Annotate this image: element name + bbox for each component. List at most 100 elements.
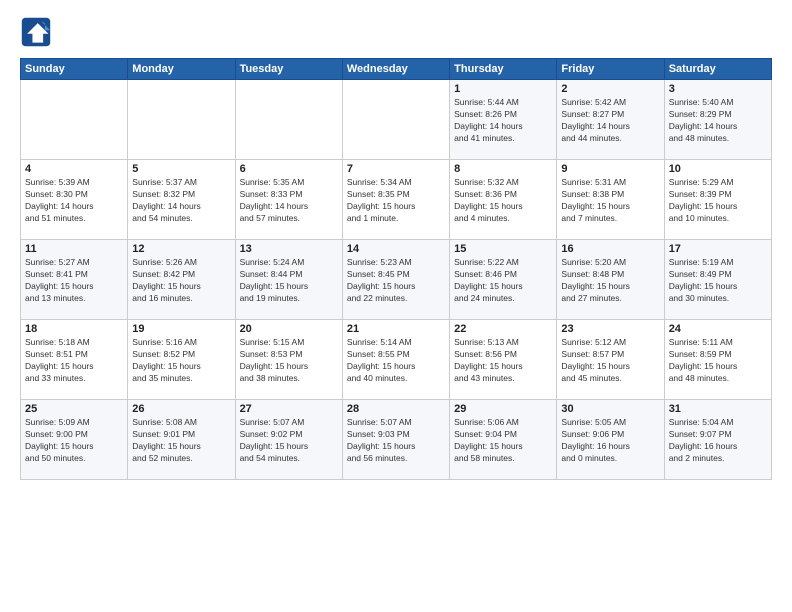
calendar-cell: 5 Sunrise: 5:37 AM Sunset: 8:32 PM Daylig…: [128, 160, 235, 240]
calendar-table: SundayMondayTuesdayWednesdayThursdayFrid…: [20, 58, 772, 480]
calendar-cell: [128, 80, 235, 160]
calendar-cell: 21 Sunrise: 5:14 AM Sunset: 8:55 PM Dayli…: [342, 320, 449, 400]
calendar-cell: 29 Sunrise: 5:06 AM Sunset: 9:04 PM Dayli…: [450, 400, 557, 480]
day-number: 28: [347, 403, 445, 415]
calendar-cell: 13 Sunrise: 5:24 AM Sunset: 8:44 PM Dayli…: [235, 240, 342, 320]
day-detail: Sunrise: 5:24 AM Sunset: 8:44 PM Dayligh…: [240, 257, 338, 305]
day-number: 16: [561, 243, 659, 255]
day-number: 20: [240, 323, 338, 335]
day-number: 10: [669, 163, 767, 175]
day-number: 19: [132, 323, 230, 335]
day-detail: Sunrise: 5:20 AM Sunset: 8:48 PM Dayligh…: [561, 257, 659, 305]
day-number: 18: [25, 323, 123, 335]
calendar-cell: 16 Sunrise: 5:20 AM Sunset: 8:48 PM Dayli…: [557, 240, 664, 320]
calendar-cell: 1Sunrise: 5:44 AM Sunset: 8:26 PM Daylig…: [450, 80, 557, 160]
day-number: 29: [454, 403, 552, 415]
day-detail: Sunrise: 5:08 AM Sunset: 9:01 PM Dayligh…: [132, 417, 230, 465]
day-detail: Sunrise: 5:27 AM Sunset: 8:41 PM Dayligh…: [25, 257, 123, 305]
header: [20, 16, 772, 48]
day-detail: Sunrise: 5:04 AM Sunset: 9:07 PM Dayligh…: [669, 417, 767, 465]
day-number: 22: [454, 323, 552, 335]
day-detail: Sunrise: 5:39 AM Sunset: 8:30 PM Dayligh…: [25, 177, 123, 225]
calendar-cell: 11 Sunrise: 5:27 AM Sunset: 8:41 PM Dayli…: [21, 240, 128, 320]
calendar-cell: [21, 80, 128, 160]
calendar-cell: 8 Sunrise: 5:32 AM Sunset: 8:36 PM Daylig…: [450, 160, 557, 240]
calendar-cell: [235, 80, 342, 160]
day-number: 26: [132, 403, 230, 415]
day-detail: Sunrise: 5:05 AM Sunset: 9:06 PM Dayligh…: [561, 417, 659, 465]
calendar-cell: 26 Sunrise: 5:08 AM Sunset: 9:01 PM Dayli…: [128, 400, 235, 480]
calendar-cell: 17Sunrise: 5:19 AM Sunset: 8:49 PM Dayli…: [664, 240, 771, 320]
calendar-cell: 2 Sunrise: 5:42 AM Sunset: 8:27 PM Daylig…: [557, 80, 664, 160]
day-number: 17: [669, 243, 767, 255]
calendar-cell: 20 Sunrise: 5:15 AM Sunset: 8:53 PM Dayli…: [235, 320, 342, 400]
day-number: 7: [347, 163, 445, 175]
day-number: 9: [561, 163, 659, 175]
day-detail: Sunrise: 5:40 AM Sunset: 8:29 PM Dayligh…: [669, 97, 767, 145]
day-detail: Sunrise: 5:07 AM Sunset: 9:03 PM Dayligh…: [347, 417, 445, 465]
day-number: 27: [240, 403, 338, 415]
day-detail: Sunrise: 5:34 AM Sunset: 8:35 PM Dayligh…: [347, 177, 445, 225]
day-number: 13: [240, 243, 338, 255]
day-detail: Sunrise: 5:15 AM Sunset: 8:53 PM Dayligh…: [240, 337, 338, 385]
day-number: 8: [454, 163, 552, 175]
calendar-cell: 12 Sunrise: 5:26 AM Sunset: 8:42 PM Dayli…: [128, 240, 235, 320]
day-number: 5: [132, 163, 230, 175]
day-number: 25: [25, 403, 123, 415]
calendar-cell: 31 Sunrise: 5:04 AM Sunset: 9:07 PM Dayli…: [664, 400, 771, 480]
day-number: 4: [25, 163, 123, 175]
calendar-cell: 24 Sunrise: 5:11 AM Sunset: 8:59 PM Dayli…: [664, 320, 771, 400]
day-number: 6: [240, 163, 338, 175]
day-detail: Sunrise: 5:16 AM Sunset: 8:52 PM Dayligh…: [132, 337, 230, 385]
day-detail: Sunrise: 5:31 AM Sunset: 8:38 PM Dayligh…: [561, 177, 659, 225]
day-detail: Sunrise: 5:35 AM Sunset: 8:33 PM Dayligh…: [240, 177, 338, 225]
day-detail: Sunrise: 5:13 AM Sunset: 8:56 PM Dayligh…: [454, 337, 552, 385]
weekday-header-wednesday: Wednesday: [342, 59, 449, 80]
day-number: 30: [561, 403, 659, 415]
week-row-5: 25Sunrise: 5:09 AM Sunset: 9:00 PM Dayli…: [21, 400, 772, 480]
logo-icon: [20, 16, 52, 48]
day-detail: Sunrise: 5:06 AM Sunset: 9:04 PM Dayligh…: [454, 417, 552, 465]
calendar-cell: 25Sunrise: 5:09 AM Sunset: 9:00 PM Dayli…: [21, 400, 128, 480]
calendar-cell: 23 Sunrise: 5:12 AM Sunset: 8:57 PM Dayli…: [557, 320, 664, 400]
day-number: 14: [347, 243, 445, 255]
calendar-cell: 14Sunrise: 5:23 AM Sunset: 8:45 PM Dayli…: [342, 240, 449, 320]
week-row-1: 1Sunrise: 5:44 AM Sunset: 8:26 PM Daylig…: [21, 80, 772, 160]
day-number: 21: [347, 323, 445, 335]
day-detail: Sunrise: 5:14 AM Sunset: 8:55 PM Dayligh…: [347, 337, 445, 385]
calendar-cell: 18Sunrise: 5:18 AM Sunset: 8:51 PM Dayli…: [21, 320, 128, 400]
calendar-cell: 10 Sunrise: 5:29 AM Sunset: 8:39 PM Dayli…: [664, 160, 771, 240]
week-row-2: 4 Sunrise: 5:39 AM Sunset: 8:30 PM Daylig…: [21, 160, 772, 240]
day-detail: Sunrise: 5:42 AM Sunset: 8:27 PM Dayligh…: [561, 97, 659, 145]
day-detail: Sunrise: 5:37 AM Sunset: 8:32 PM Dayligh…: [132, 177, 230, 225]
day-number: 31: [669, 403, 767, 415]
day-number: 11: [25, 243, 123, 255]
day-detail: Sunrise: 5:12 AM Sunset: 8:57 PM Dayligh…: [561, 337, 659, 385]
weekday-header-tuesday: Tuesday: [235, 59, 342, 80]
day-detail: Sunrise: 5:32 AM Sunset: 8:36 PM Dayligh…: [454, 177, 552, 225]
day-detail: Sunrise: 5:07 AM Sunset: 9:02 PM Dayligh…: [240, 417, 338, 465]
calendar-cell: 15Sunrise: 5:22 AM Sunset: 8:46 PM Dayli…: [450, 240, 557, 320]
logo: [20, 16, 56, 48]
day-detail: Sunrise: 5:11 AM Sunset: 8:59 PM Dayligh…: [669, 337, 767, 385]
day-number: 24: [669, 323, 767, 335]
day-number: 1: [454, 83, 552, 95]
weekday-header-sunday: Sunday: [21, 59, 128, 80]
calendar-cell: 19 Sunrise: 5:16 AM Sunset: 8:52 PM Dayli…: [128, 320, 235, 400]
weekday-header-thursday: Thursday: [450, 59, 557, 80]
weekday-header-friday: Friday: [557, 59, 664, 80]
week-row-3: 11 Sunrise: 5:27 AM Sunset: 8:41 PM Dayli…: [21, 240, 772, 320]
day-number: 3: [669, 83, 767, 95]
day-number: 23: [561, 323, 659, 335]
calendar-cell: 7 Sunrise: 5:34 AM Sunset: 8:35 PM Daylig…: [342, 160, 449, 240]
calendar-cell: [342, 80, 449, 160]
day-detail: Sunrise: 5:29 AM Sunset: 8:39 PM Dayligh…: [669, 177, 767, 225]
page: SundayMondayTuesdayWednesdayThursdayFrid…: [0, 0, 792, 612]
calendar-cell: 4 Sunrise: 5:39 AM Sunset: 8:30 PM Daylig…: [21, 160, 128, 240]
calendar-cell: 28 Sunrise: 5:07 AM Sunset: 9:03 PM Dayli…: [342, 400, 449, 480]
calendar-cell: 22 Sunrise: 5:13 AM Sunset: 8:56 PM Dayli…: [450, 320, 557, 400]
day-detail: Sunrise: 5:26 AM Sunset: 8:42 PM Dayligh…: [132, 257, 230, 305]
day-number: 12: [132, 243, 230, 255]
day-number: 2: [561, 83, 659, 95]
day-number: 15: [454, 243, 552, 255]
